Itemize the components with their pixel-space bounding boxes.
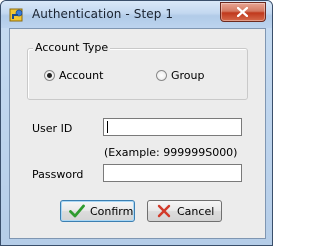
- key-app-icon: [9, 8, 23, 22]
- account-type-group: Account Type Account Group: [27, 41, 248, 100]
- window-title: Authentication - Step 1: [32, 7, 174, 21]
- password-label: Password: [32, 168, 84, 181]
- confirm-label: Confirm: [90, 205, 134, 218]
- checkmark-icon: [69, 204, 85, 218]
- text-caret: [107, 121, 108, 133]
- user-id-example-hint: (Example: 999999S000): [104, 146, 238, 159]
- radio-group-label[interactable]: Group: [171, 69, 205, 82]
- close-button[interactable]: [220, 2, 266, 22]
- confirm-button[interactable]: Confirm: [60, 200, 135, 222]
- close-icon: [237, 7, 248, 17]
- dialog-body: Account Type Account Group User ID (Exam…: [9, 28, 266, 239]
- radio-account-label[interactable]: Account: [59, 69, 103, 82]
- radio-account-button[interactable]: [44, 70, 55, 81]
- x-icon: [157, 204, 171, 218]
- user-id-input[interactable]: [103, 118, 242, 136]
- cancel-button[interactable]: Cancel: [147, 200, 222, 222]
- radio-group-button[interactable]: [156, 70, 167, 81]
- title-bar[interactable]: Authentication - Step 1: [1, 1, 272, 28]
- user-id-label: User ID: [32, 122, 73, 135]
- password-input[interactable]: [103, 164, 242, 182]
- account-type-legend: Account Type: [33, 41, 111, 54]
- dialog-window: Authentication - Step 1 Account Type Acc…: [0, 0, 273, 246]
- cancel-label: Cancel: [177, 205, 215, 218]
